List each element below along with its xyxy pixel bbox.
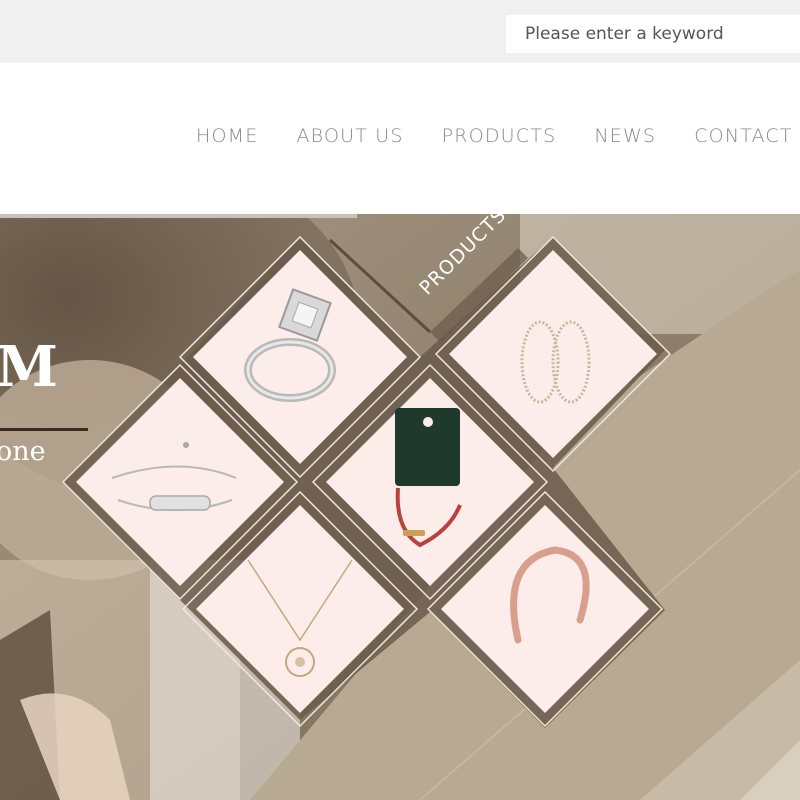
search-input[interactable] (506, 15, 800, 53)
nav-item-about-us[interactable]: ABOUT US (296, 125, 403, 147)
nav-item-products[interactable]: PRODUCTS (442, 125, 557, 147)
nav-item-news[interactable]: NEWS (594, 125, 656, 147)
hero-banner (0, 214, 800, 800)
hero-subtitle: one (0, 436, 46, 467)
hero-top-strip (0, 214, 357, 218)
header: HOME ABOUT US PRODUCTS NEWS CONTACT US (0, 63, 800, 214)
nav-item-home[interactable]: HOME (196, 125, 258, 147)
top-bar (0, 0, 800, 63)
nav-item-contact-us[interactable]: CONTACT US (694, 125, 800, 147)
main-nav: HOME ABOUT US PRODUCTS NEWS CONTACT US (196, 125, 800, 147)
hero-divider (0, 428, 88, 431)
hero-title: M (0, 334, 60, 400)
